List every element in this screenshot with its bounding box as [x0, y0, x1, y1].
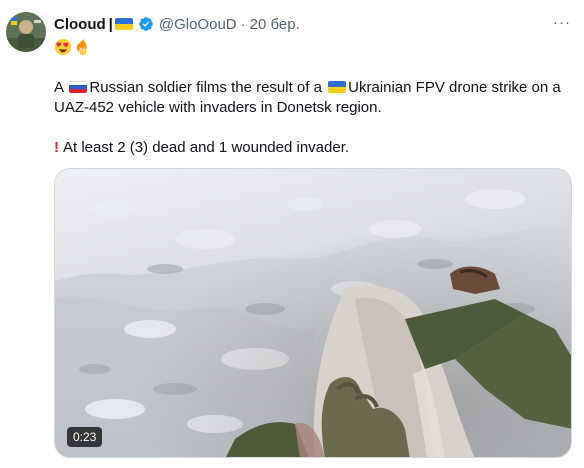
tweet-date[interactable]: 20 бер. [250, 16, 300, 33]
exclamation-icon: ! [54, 139, 59, 156]
tweet-header: Clooud | @GloOouD · 20 бер. [54, 13, 544, 35]
tweet-card[interactable]: Clooud | @GloOouD · 20 бер. ··· A Russia… [0, 0, 584, 468]
display-name[interactable]: Clooud [54, 16, 106, 33]
fire-emoji-icon [74, 38, 92, 58]
ukraine-flag-icon [328, 81, 347, 93]
heart-eyes-emoji-icon [54, 38, 72, 58]
dot-separator: · [240, 15, 246, 33]
name-separator: | [108, 15, 113, 33]
author-handle[interactable]: @GloOouD [159, 16, 237, 33]
video-thumbnail [55, 169, 571, 457]
bio-emoji-line [54, 38, 92, 58]
tweet-text-segment: Russian soldier films the result of a [89, 79, 327, 96]
tweet-paragraph-2: ! At least 2 (3) dead and 1 wounded invad… [54, 138, 569, 158]
tweet-paragraph-1: A Russian soldier films the result of a … [54, 78, 569, 118]
tweet-text: A Russian soldier films the result of a … [54, 78, 569, 158]
ukraine-flag-icon [114, 18, 133, 30]
russia-flag-icon [69, 81, 88, 93]
verified-badge-icon [138, 16, 154, 32]
video-player[interactable]: 0:23 [54, 168, 572, 458]
tweet-text-segment: A [54, 79, 68, 96]
avatar[interactable] [6, 12, 46, 52]
tweet-text-segment: At least 2 (3) dead and 1 wounded invade… [63, 139, 350, 156]
more-options-icon[interactable]: ··· [550, 12, 574, 32]
video-duration-badge: 0:23 [67, 427, 103, 447]
